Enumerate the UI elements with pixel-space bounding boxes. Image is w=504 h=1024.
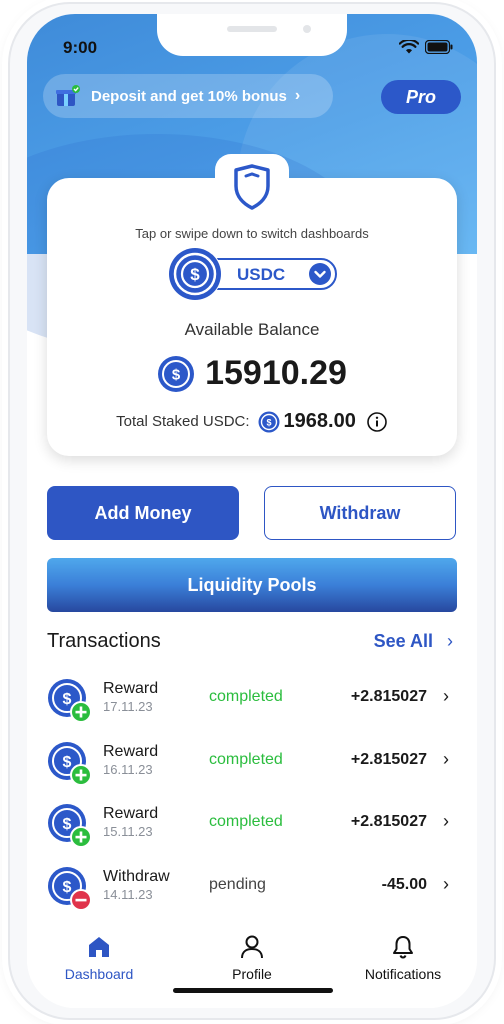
transaction-row[interactable]: $ Reward 17.11.23 completed +2.815027 ›: [47, 676, 457, 739]
reward-coin-icon: $: [48, 741, 92, 786]
reward-coin-icon: $: [48, 804, 92, 848]
see-all-link[interactable]: See All ›: [374, 631, 453, 652]
transaction-status: completed: [209, 750, 283, 768]
svg-text:$: $: [63, 754, 72, 771]
person-icon: [241, 935, 263, 959]
reward-coin-icon: $: [48, 679, 92, 723]
transaction-amount: +2.815027: [350, 688, 427, 705]
transactions-title: Transactions: [47, 630, 161, 652]
usdc-coin-icon: $: [258, 411, 280, 432]
app-screen: 9:00 Deposit and get 10% bonus › Pro Tap…: [27, 14, 477, 1008]
pro-button[interactable]: Pro: [381, 80, 461, 114]
shield-icon: [234, 164, 270, 210]
bonus-text: Deposit and get 10% bonus: [91, 87, 287, 105]
transaction-status: completed: [209, 688, 283, 705]
tab-bar: Dashboard Profile Notifications: [27, 928, 477, 1008]
tab-profile-label: Profile: [232, 966, 272, 982]
svg-text:$: $: [172, 366, 181, 383]
currency-switcher[interactable]: USDC $: [167, 246, 337, 301]
info-icon[interactable]: [366, 411, 388, 433]
tab-notifications-label: Notifications: [364, 966, 442, 982]
tab-dashboard-label: Dashboard: [64, 966, 134, 982]
transaction-date: 14.11.23: [103, 886, 153, 902]
chevron-right-icon: ›: [443, 873, 449, 894]
balance-amount: 15910.29: [205, 354, 347, 392]
transaction-title: Reward: [103, 805, 159, 822]
total-staked-label: Total Staked USDC:: [116, 413, 250, 430]
transaction-title: Reward: [103, 680, 159, 697]
gift-icon: [56, 85, 80, 106]
shield-tab: [215, 154, 289, 220]
liquidity-pools-button[interactable]: Liquidity Pools: [47, 558, 457, 612]
svg-text:$: $: [266, 417, 271, 427]
transaction-row[interactable]: $ Withdraw 14.11.23 pending -45.00 ›: [47, 864, 457, 927]
battery-icon: [425, 40, 453, 54]
status-time: 9:00: [63, 38, 98, 57]
balance-row: $ 15910.29: [27, 354, 477, 393]
transaction-amount: +2.815027: [350, 750, 427, 768]
total-staked-value: 1968.00: [283, 410, 356, 432]
transaction-title: Reward: [103, 742, 159, 760]
tab-notifications[interactable]: Notifications: [343, 934, 463, 982]
transaction-status: pending: [209, 875, 266, 893]
notch: [157, 14, 347, 56]
available-balance-label: Available Balance: [184, 320, 320, 339]
bell-icon: [393, 936, 413, 959]
tab-profile[interactable]: Profile: [192, 934, 312, 982]
chevron-right-icon: ›: [443, 811, 449, 831]
deposit-bonus-banner[interactable]: Deposit and get 10% bonus ›: [43, 74, 333, 118]
status-icons: [399, 40, 453, 54]
transaction-date: 15.11.23: [103, 824, 153, 839]
tab-dashboard[interactable]: Dashboard: [39, 934, 159, 982]
svg-text:$: $: [190, 265, 200, 284]
svg-text:$: $: [63, 879, 72, 896]
wifi-icon: [399, 40, 419, 54]
withdraw-coin-icon: $: [48, 866, 92, 911]
home-icon: [89, 937, 109, 957]
see-all-label: See All: [373, 631, 433, 651]
usdc-coin-icon: $: [158, 355, 195, 392]
chevron-right-icon: ›: [447, 631, 453, 651]
add-money-button[interactable]: Add Money: [47, 486, 239, 540]
withdraw-button[interactable]: Withdraw: [264, 486, 456, 540]
transaction-status: completed: [209, 813, 283, 830]
transaction-title: Withdraw: [103, 867, 170, 885]
transactions-list: $ Reward 17.11.23 completed +2.815027 › …: [47, 676, 457, 926]
transaction-row[interactable]: $ Reward 16.11.23 completed +2.815027 ›: [47, 739, 457, 802]
chevron-right-icon: ›: [443, 748, 449, 769]
chevron-down-icon: [309, 263, 331, 285]
home-indicator: [173, 988, 333, 993]
transaction-amount: -45.00: [381, 875, 427, 893]
chevron-right-icon: ›: [294, 87, 301, 104]
switch-dashboard-hint: Tap or swipe down to switch dashboards: [135, 226, 369, 241]
total-staked-row: Total Staked USDC: $ 1968.00: [27, 410, 477, 433]
usdc-coin-icon: $: [168, 247, 222, 301]
transaction-amount: +2.815027: [350, 813, 427, 830]
transaction-date: 17.11.23: [103, 699, 153, 714]
currency-label: USDC: [237, 265, 286, 284]
svg-text:$: $: [63, 691, 72, 708]
svg-text:$: $: [63, 816, 72, 833]
transaction-date: 16.11.23: [103, 761, 153, 777]
transaction-row[interactable]: $ Reward 15.11.23 completed +2.815027 ›: [47, 801, 457, 864]
chevron-right-icon: ›: [443, 686, 449, 706]
